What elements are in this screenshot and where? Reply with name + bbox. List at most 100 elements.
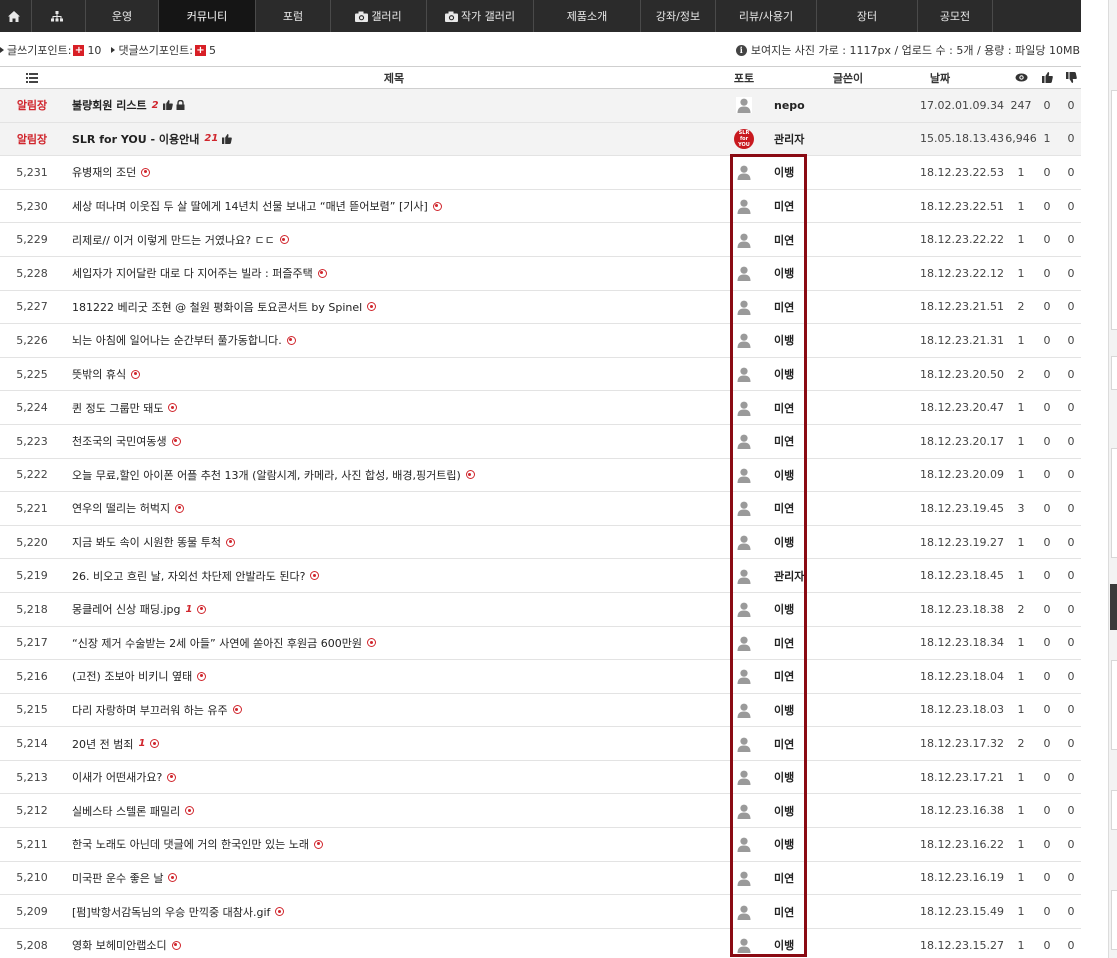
nav-item-2[interactable]: 운영	[86, 0, 159, 32]
notice-title-text[interactable]: 불량회원 리스트	[72, 97, 147, 113]
author-photo[interactable]	[724, 660, 764, 693]
author-photo[interactable]	[724, 526, 764, 559]
author-name[interactable]: 미연	[774, 862, 814, 895]
post-title[interactable]: 리제로// 이거 이렇게 만드는 거였나요? ㄷㄷ	[72, 223, 722, 256]
author-name-text[interactable]: 미연	[774, 433, 794, 449]
author-photo[interactable]	[724, 223, 764, 256]
author-photo[interactable]	[724, 492, 764, 525]
user-avatar-icon[interactable]	[736, 332, 752, 349]
post-title[interactable]: 한국 노래도 아닌데 댓글에 거의 한국인만 있는 노래	[72, 828, 722, 861]
author-name-text[interactable]: 미연	[774, 198, 794, 214]
user-avatar-icon[interactable]	[736, 466, 752, 483]
author-photo[interactable]	[724, 425, 764, 458]
author-name[interactable]: 관리자	[774, 123, 814, 156]
author-photo[interactable]	[724, 89, 764, 122]
nav-item-8[interactable]: 강좌/정보	[641, 0, 716, 32]
nav-item-11[interactable]: 공모전	[918, 0, 993, 32]
post-title-text[interactable]: 세입자가 지어달란 대로 다 지어주는 빌라 : 퍼즐주택	[72, 265, 313, 281]
post-title-text[interactable]: 리제로// 이거 이렇게 만드는 거였나요? ㄷㄷ	[72, 232, 275, 248]
author-name[interactable]: 미연	[774, 425, 814, 458]
author-name[interactable]: 이뱅	[774, 929, 814, 958]
nav-home-icon[interactable]	[0, 0, 32, 32]
author-name-text[interactable]: 미연	[774, 500, 794, 516]
author-photo[interactable]	[724, 358, 764, 391]
author-name[interactable]: 미연	[774, 223, 814, 256]
author-name[interactable]: 이뱅	[774, 761, 814, 794]
author-name[interactable]: 이뱅	[774, 324, 814, 357]
author-name-text[interactable]: 미연	[774, 668, 794, 684]
post-title[interactable]: 다리 자랑하며 부끄러워 하는 유주	[72, 694, 722, 727]
author-name-text[interactable]: 이뱅	[774, 534, 794, 550]
author-photo[interactable]: SLR for YOU	[724, 123, 764, 156]
author-name-text[interactable]: 이뱅	[774, 937, 794, 953]
column-header-likes[interactable]	[1038, 67, 1056, 88]
author-photo[interactable]	[724, 559, 764, 592]
scroll-thumb[interactable]	[1110, 584, 1117, 630]
author-photo[interactable]	[724, 593, 764, 626]
post-title-text[interactable]: 지금 봐도 속이 시원한 똥물 투척	[72, 534, 221, 550]
nav-item-10[interactable]: 장터	[817, 0, 918, 32]
author-photo[interactable]	[724, 794, 764, 827]
post-title-text[interactable]: 영화 보헤미안랩소디	[72, 937, 167, 953]
author-name-text[interactable]: 이뱅	[774, 803, 794, 819]
author-name[interactable]: 미연	[774, 895, 814, 928]
post-title-text[interactable]: 천조국의 국민여동생	[72, 433, 167, 449]
post-title[interactable]: 영화 보헤미안랩소디	[72, 929, 722, 958]
post-title-text[interactable]: 다리 자랑하며 부끄러워 하는 유주	[72, 702, 228, 718]
post-title-text[interactable]: 26. 비오고 흐린 날, 자외선 차단제 안발라도 된다?	[72, 568, 305, 584]
author-name-text[interactable]: 이뱅	[774, 467, 794, 483]
column-header-date[interactable]: 날짜	[900, 67, 980, 88]
post-title-text[interactable]: (고전) 조보아 비키니 옆태	[72, 668, 192, 684]
user-avatar-icon[interactable]	[736, 634, 752, 651]
post-title[interactable]: 세상 떠나며 이웃집 두 살 딸에게 14년치 선물 보내고 “매년 뜯어보렴”…	[72, 190, 722, 223]
post-title-text[interactable]: 한국 노래도 아닌데 댓글에 거의 한국인만 있는 노래	[72, 836, 309, 852]
author-photo[interactable]	[724, 828, 764, 861]
author-photo[interactable]	[724, 257, 764, 290]
user-avatar-icon[interactable]	[736, 265, 752, 282]
notice-title[interactable]: 불량회원 리스트 2	[72, 89, 722, 122]
nav-item-9[interactable]: 리뷰/사용기	[716, 0, 817, 32]
user-avatar-icon[interactable]	[736, 231, 752, 248]
author-name-text[interactable]: 미연	[774, 635, 794, 651]
author-name[interactable]: 이뱅	[774, 828, 814, 861]
author-name-text[interactable]: nepo	[774, 99, 805, 112]
author-photo[interactable]	[724, 694, 764, 727]
list-icon-header[interactable]	[0, 67, 64, 88]
nav-item-3[interactable]: 커뮤니티	[159, 0, 256, 32]
post-title[interactable]: 오늘 무료,할인 아이폰 어플 추천 13개 (알람시계, 카메라, 사진 합성…	[72, 459, 722, 492]
post-title[interactable]: 천조국의 국민여동생	[72, 425, 722, 458]
author-name-text[interactable]: 이뱅	[774, 836, 794, 852]
post-title[interactable]: 뇌는 아침에 일어나는 순간부터 풀가동합니다.	[72, 324, 722, 357]
post-title-text[interactable]: 20년 전 범죄	[72, 736, 133, 752]
author-photo[interactable]	[724, 190, 764, 223]
post-title-text[interactable]: 181222 베리굿 조현 @ 철원 평화이음 토요콘서트 by Spinel	[72, 299, 362, 315]
user-avatar-icon[interactable]	[736, 164, 752, 181]
author-name[interactable]: 이뱅	[774, 257, 814, 290]
author-name[interactable]: 이뱅	[774, 694, 814, 727]
nav-item-4[interactable]: 포럼	[256, 0, 331, 32]
author-photo[interactable]	[724, 459, 764, 492]
post-title[interactable]: 181222 베리굿 조현 @ 철원 평화이음 토요콘서트 by Spinel	[72, 291, 722, 324]
author-name-text[interactable]: 미연	[774, 904, 794, 920]
post-title-text[interactable]: “신장 제거 수술받는 2세 아들” 사연에 쏟아진 후원금 600만원	[72, 635, 362, 651]
user-avatar-icon[interactable]	[736, 668, 752, 685]
author-name[interactable]: 미연	[774, 492, 814, 525]
author-name-text[interactable]: 이뱅	[774, 366, 794, 382]
user-avatar-icon[interactable]	[736, 836, 752, 853]
author-name-text[interactable]: 미연	[774, 870, 794, 886]
column-header-dislikes[interactable]	[1062, 67, 1080, 88]
slr-logo-icon[interactable]: SLR for YOU	[734, 128, 754, 149]
author-name-text[interactable]: 이뱅	[774, 601, 794, 617]
user-avatar-icon[interactable]	[736, 735, 752, 752]
author-photo[interactable]	[724, 156, 764, 189]
user-avatar-icon[interactable]	[736, 903, 752, 920]
user-avatar-icon[interactable]	[736, 97, 752, 114]
user-avatar-icon[interactable]	[736, 567, 752, 584]
post-title[interactable]: 실베스타 스텔론 패밀리	[72, 794, 722, 827]
post-title-text[interactable]: 연우의 떨리는 허벅지	[72, 500, 170, 516]
user-avatar-icon[interactable]	[736, 769, 752, 786]
post-title[interactable]: 지금 봐도 속이 시원한 똥물 투척	[72, 526, 722, 559]
post-title[interactable]: 이새가 어떤새가요?	[72, 761, 722, 794]
author-photo[interactable]	[724, 391, 764, 424]
author-name[interactable]: 관리자	[774, 559, 814, 592]
